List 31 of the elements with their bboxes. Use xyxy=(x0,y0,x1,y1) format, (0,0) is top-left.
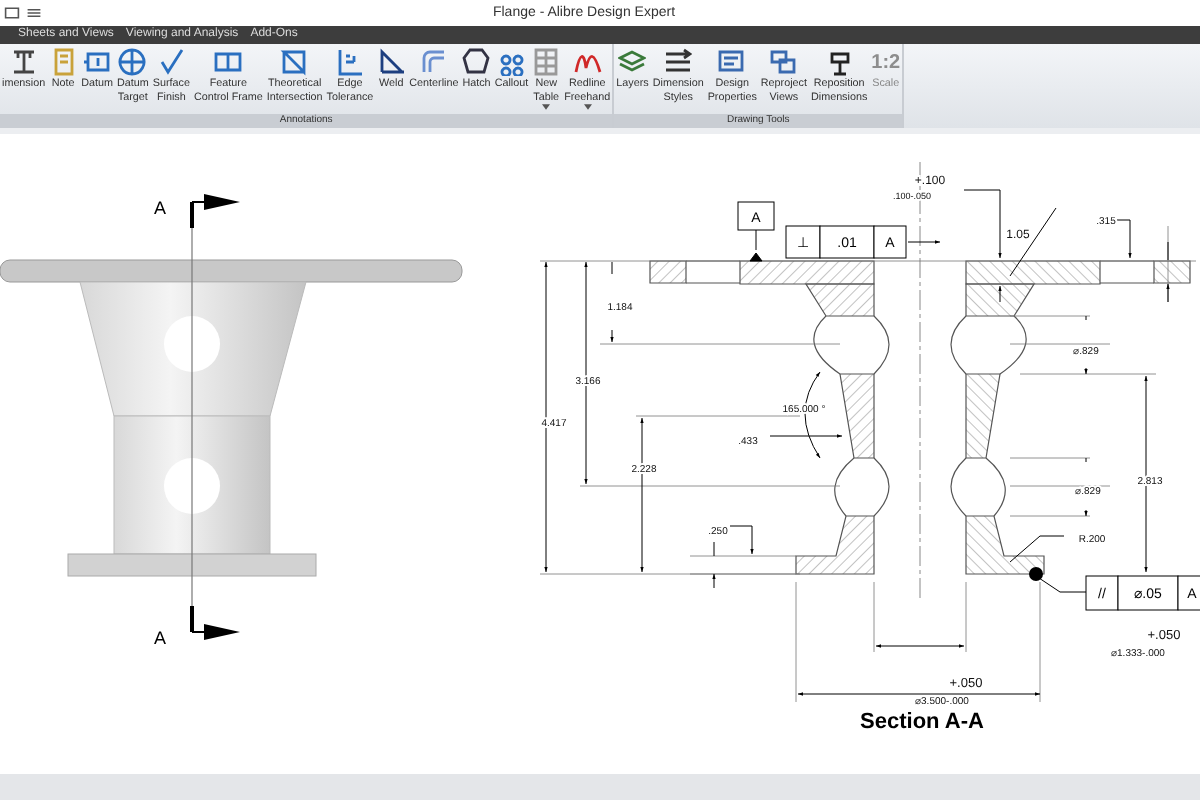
properties-icon xyxy=(718,48,747,76)
section-label: A xyxy=(154,198,167,218)
table-icon xyxy=(532,48,561,76)
check-mark-icon xyxy=(157,48,186,76)
menu-icon[interactable] xyxy=(26,6,42,20)
datum-icon xyxy=(83,48,112,76)
section-label: A xyxy=(154,628,167,648)
hatched-section xyxy=(839,373,875,459)
dimension-icon xyxy=(9,48,38,76)
note-icon xyxy=(49,48,78,76)
hatched-section xyxy=(965,373,1001,459)
centerline-icon xyxy=(419,48,448,76)
frame-icon xyxy=(214,48,243,76)
hatched-section xyxy=(649,260,687,284)
edge-icon xyxy=(335,48,364,76)
hatched-section xyxy=(965,515,1045,575)
section-title: Section A-A xyxy=(860,710,984,734)
leader-dot xyxy=(1029,567,1043,581)
weld-icon xyxy=(377,48,406,76)
cut-arrow xyxy=(190,606,240,640)
hatched-section xyxy=(795,515,875,575)
quick-access-icon[interactable] xyxy=(4,6,20,20)
reproject-icon xyxy=(769,48,798,76)
layers-icon xyxy=(618,48,647,76)
caret-icon xyxy=(583,104,592,110)
cut-arrow xyxy=(190,194,240,228)
caret-icon xyxy=(542,104,551,110)
lines-icon xyxy=(664,48,693,76)
triangle-icon xyxy=(280,48,309,76)
reposition-icon xyxy=(825,48,854,76)
hatch-icon xyxy=(462,48,491,76)
